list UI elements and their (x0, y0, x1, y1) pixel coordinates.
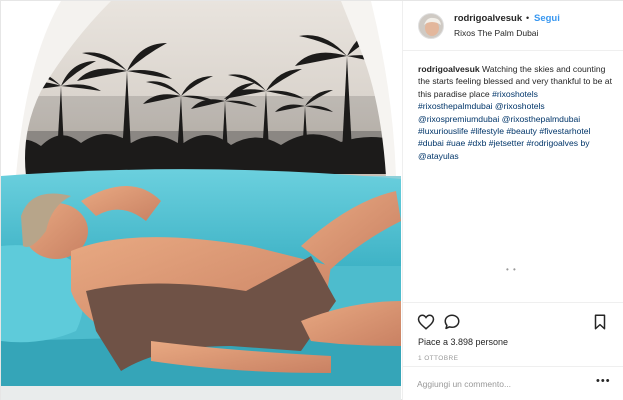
post-header: rodrigoalvesuk • Segui Rixos The Palm Du… (403, 1, 623, 51)
bookmark-icon[interactable] (591, 313, 609, 331)
caption-hashtags-5[interactable]: #uae #dxb #jetsetter #rodrigoalves by (446, 138, 589, 148)
comment-input[interactable] (417, 376, 587, 392)
caption-hashtags-6[interactable]: @atayulas (418, 151, 459, 161)
likes-count[interactable]: Piace a 3.898 persone (418, 337, 508, 347)
post-caption: rodrigoalvesuk Watching the skies and co… (418, 63, 614, 162)
more-options-icon[interactable]: ••• (596, 375, 611, 387)
comment-section: ••• (403, 366, 623, 400)
heart-icon[interactable] (417, 313, 435, 331)
post-sidebar: rodrigoalvesuk • Segui Rixos The Palm Du… (402, 1, 623, 400)
header-separator: • (526, 13, 530, 23)
avatar-image (419, 14, 443, 38)
post-username[interactable]: rodrigoalvesuk (454, 13, 522, 24)
post-photo[interactable] (1, 1, 401, 400)
caption-username[interactable]: rodrigoalvesuk (418, 64, 480, 74)
post-date: 1 OTTOBRE (418, 355, 459, 362)
comment-icon[interactable] (443, 313, 461, 331)
instagram-post-window: rodrigoalvesuk • Segui Rixos The Palm Du… (0, 0, 623, 400)
photo-illustration (1, 1, 401, 400)
profile-avatar[interactable] (418, 13, 444, 39)
post-location[interactable]: Rixos The Palm Dubai (454, 28, 538, 38)
load-more-indicator: • • (506, 265, 517, 274)
follow-button[interactable]: Segui (534, 13, 560, 24)
